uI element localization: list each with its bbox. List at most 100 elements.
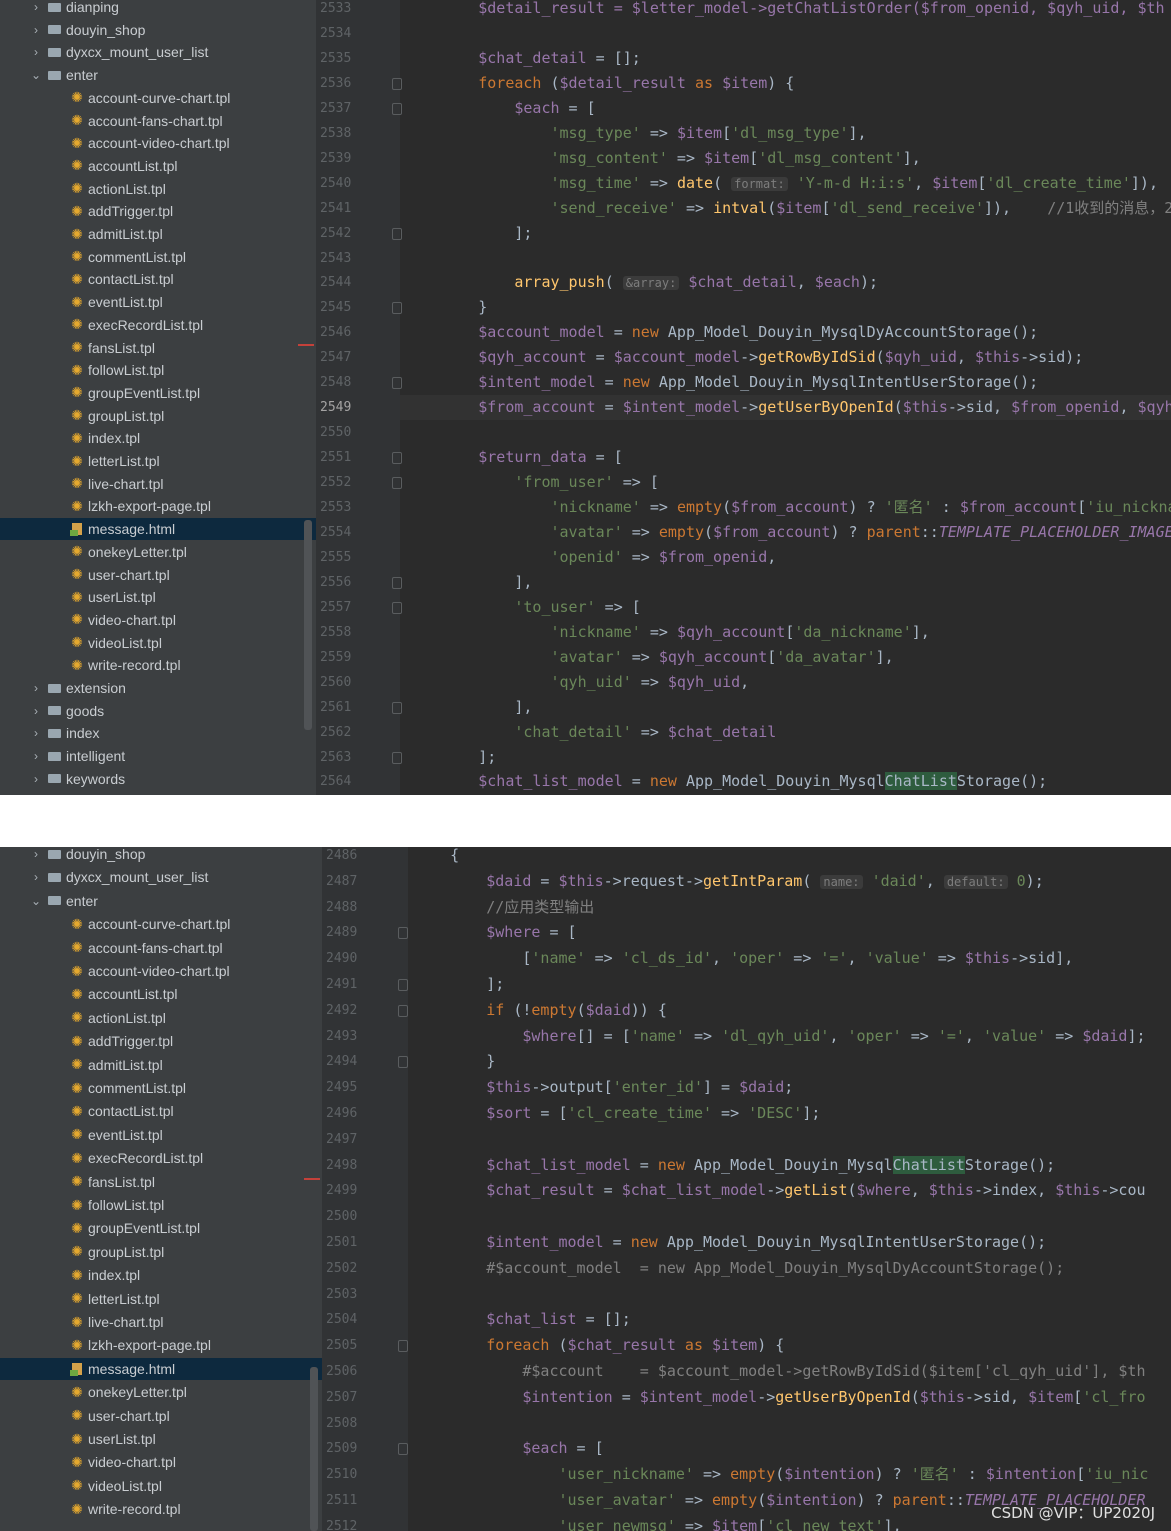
tree-folder[interactable]: › index [0, 722, 316, 744]
tree-file[interactable]: ✺ videoList.tpl [0, 1475, 322, 1497]
code-line[interactable]: ], [400, 570, 1171, 595]
code-line[interactable]: } [408, 1049, 1171, 1074]
fold-marker-icon[interactable] [398, 927, 408, 940]
tree-file[interactable]: ✺ fansList.tpl [0, 337, 316, 359]
code-line[interactable]: $chat_list = []; [408, 1307, 1171, 1332]
tree-file[interactable]: ✺ video-chart.tpl [0, 1451, 322, 1473]
code-line[interactable]: 'qyh_uid' => $qyh_uid, [400, 670, 1171, 695]
tree-file[interactable]: ✺ groupEventList.tpl [0, 382, 316, 404]
tree-file[interactable]: ✺ live-chart.tpl [0, 473, 316, 495]
code-line[interactable]: $daid = $this->request->getIntParam( nam… [408, 869, 1171, 894]
tree-folder[interactable]: › goods [0, 700, 316, 722]
tree-file[interactable]: ✺ account-fans-chart.tpl [0, 937, 322, 959]
tree-file[interactable]: ✺ actionList.tpl [0, 1007, 322, 1029]
tree-file[interactable]: ✺ fansList.tpl [0, 1171, 322, 1193]
tree-file[interactable]: ✺ account-curve-chart.tpl [0, 913, 322, 935]
code-line[interactable]: $intent_model = new App_Model_Douyin_Mys… [400, 370, 1171, 395]
tree-file[interactable]: ✺ lzkh-export-page.tpl [0, 1334, 322, 1356]
code-line[interactable] [408, 1282, 1171, 1307]
tree-folder[interactable]: › keywords [0, 768, 316, 790]
code-line[interactable]: $intention = $intent_model->getUserByOpe… [408, 1385, 1171, 1410]
tree-file[interactable]: ✺ videoList.tpl [0, 632, 316, 654]
code-line[interactable]: #$account_model = new App_Model_Douyin_M… [408, 1256, 1171, 1281]
tree-file[interactable]: ✺ index.tpl [0, 1264, 322, 1286]
tree-file[interactable]: ✺ addTrigger.tpl [0, 200, 316, 222]
tree-folder[interactable]: › extension [0, 677, 316, 699]
code-line[interactable]: ['name' => 'cl_ds_id', 'oper' => '=', 'v… [408, 946, 1171, 971]
tree-file[interactable]: ✺ index.tpl [0, 427, 316, 449]
tree-file[interactable]: ✺ user-chart.tpl [0, 564, 316, 586]
fold-marker-icon[interactable] [398, 1443, 408, 1456]
code-line[interactable]: { [408, 847, 1171, 868]
code-line[interactable]: 'avatar' => $qyh_account['da_avatar'], [400, 645, 1171, 670]
tree-file[interactable]: ✺ video-chart.tpl [0, 609, 316, 631]
chevron-down-icon[interactable]: ⌄ [30, 894, 42, 908]
tree-file[interactable]: ✺ groupEventList.tpl [0, 1217, 322, 1239]
code-line[interactable]: 'nickname' => $qyh_account['da_nickname'… [400, 620, 1171, 645]
code-line[interactable]: $this->output['enter_id'] = $daid; [408, 1075, 1171, 1100]
code-line[interactable]: ], [400, 695, 1171, 720]
code-line[interactable]: 'msg_time' => date( format: 'Y-m-d H:i:s… [400, 171, 1171, 196]
code-editor[interactable]: { $daid = $this->request->getIntParam( n… [408, 847, 1171, 1531]
chevron-right-icon[interactable]: › [30, 704, 42, 718]
chevron-down-icon[interactable]: ⌄ [30, 68, 42, 82]
tree-folder[interactable]: › dyxcx_mount_user_list [0, 41, 316, 63]
tree-folder[interactable]: › douyin_shop [0, 847, 322, 865]
chevron-right-icon[interactable]: › [30, 749, 42, 763]
fold-marker-icon[interactable] [398, 1340, 408, 1353]
code-line[interactable]: if (!empty($daid)) { [408, 998, 1171, 1023]
tree-file[interactable]: ✺ eventList.tpl [0, 1124, 322, 1146]
code-line[interactable]: 'openid' => $from_openid, [400, 545, 1171, 570]
tree-file[interactable]: ✺ addTrigger.tpl [0, 1030, 322, 1052]
code-line[interactable]: $chat_list_model = new App_Model_Douyin_… [408, 1153, 1171, 1178]
tree-file[interactable]: ✺ execRecordList.tpl [0, 1147, 322, 1169]
code-line[interactable]: 'msg_type' => $item['dl_msg_type'], [400, 121, 1171, 146]
tree-file[interactable]: ✺ execRecordList.tpl [0, 314, 316, 336]
tree-file[interactable]: ✺ account-fans-chart.tpl [0, 110, 316, 132]
code-line[interactable]: //应用类型输出 [408, 895, 1171, 920]
tree-folder[interactable]: ⌄ enter [0, 890, 322, 912]
code-line[interactable]: 'from_user' => [ [400, 470, 1171, 495]
code-line[interactable]: $where[] = ['name' => 'dl_qyh_uid', 'ope… [408, 1024, 1171, 1049]
code-line[interactable]: $intent_model = new App_Model_Douyin_Mys… [408, 1230, 1171, 1255]
tree-file[interactable]: ✺ admitList.tpl [0, 1054, 322, 1076]
code-line[interactable]: $detail_result = $letter_model->getChatL… [400, 0, 1171, 21]
code-line[interactable]: ]; [400, 221, 1171, 246]
code-line[interactable]: $chat_detail = []; [400, 46, 1171, 71]
code-line[interactable] [400, 246, 1171, 271]
tree-file[interactable]: ✺ write-record.tpl [0, 1498, 322, 1520]
tree-file[interactable]: ✺ letterList.tpl [0, 1288, 322, 1310]
code-line[interactable]: $each = [ [408, 1436, 1171, 1461]
code-line[interactable]: $each = [ [400, 96, 1171, 121]
chevron-right-icon[interactable]: › [30, 0, 42, 14]
tree-file[interactable]: ✺ letterList.tpl [0, 450, 316, 472]
code-line[interactable]: foreach ($chat_result as $item) { [408, 1333, 1171, 1358]
chevron-right-icon[interactable]: › [30, 772, 42, 786]
code-line[interactable] [408, 1204, 1171, 1229]
code-editor[interactable]: $detail_result = $letter_model->getChatL… [400, 0, 1171, 795]
code-line[interactable]: $where = [ [408, 920, 1171, 945]
code-line[interactable]: 'msg_content' => $item['dl_msg_content']… [400, 146, 1171, 171]
tree-file[interactable]: ✺ account-video-chart.tpl [0, 960, 322, 982]
tree-file[interactable]: ✺ onekeyLetter.tpl [0, 1381, 322, 1403]
code-line[interactable]: 'avatar' => empty($from_account) ? paren… [400, 520, 1171, 545]
tree-file[interactable]: ✺ commentList.tpl [0, 1077, 322, 1099]
tree-file[interactable]: ✺ user-chart.tpl [0, 1405, 322, 1427]
tree-folder[interactable]: › dianping [0, 0, 316, 18]
chevron-right-icon[interactable]: › [30, 23, 42, 37]
code-line[interactable]: 'user_nickname' => empty($intention) ? '… [408, 1462, 1171, 1487]
tree-file[interactable]: ✺ account-video-chart.tpl [0, 132, 316, 154]
tree-file[interactable]: ✺ lzkh-export-page.tpl [0, 495, 316, 517]
code-line[interactable] [408, 1127, 1171, 1152]
code-line[interactable]: 'to_user' => [ [400, 595, 1171, 620]
tree-folder[interactable]: › intelligent [0, 745, 316, 767]
chevron-right-icon[interactable]: › [30, 726, 42, 740]
code-line[interactable] [408, 1411, 1171, 1436]
tree-file[interactable]: ✺ userList.tpl [0, 1428, 322, 1450]
tree-file[interactable]: ✺ actionList.tpl [0, 178, 316, 200]
tree-file[interactable]: ✺ account-curve-chart.tpl [0, 87, 316, 109]
chevron-right-icon[interactable]: › [30, 45, 42, 59]
tree-file[interactable]: message.html [0, 518, 316, 541]
tree-file[interactable]: ✺ followList.tpl [0, 359, 316, 381]
code-line[interactable]: $from_account = $intent_model->getUserBy… [400, 395, 1171, 421]
